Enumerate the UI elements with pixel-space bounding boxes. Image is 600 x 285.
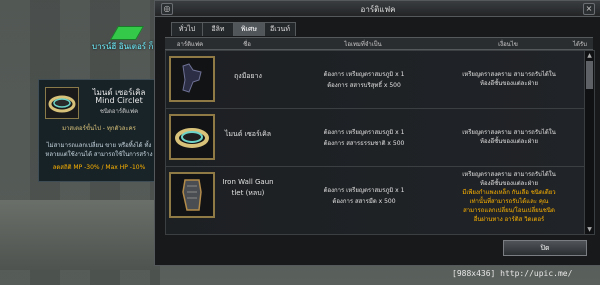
scroll-thumb[interactable] bbox=[586, 61, 593, 89]
col-name: ชื่อ bbox=[243, 41, 251, 48]
artifact-list: ถุงมือยาง ต้องการ เหรียญตราสมรภูมิ x 1 ต… bbox=[165, 50, 595, 235]
artifact-window: อาร์ติแฟค ◎ × ทั่วไป อีลิท พิเศษ อีเวนท์… bbox=[154, 0, 600, 266]
floor bbox=[0, 200, 160, 270]
tooltip-item-name-en: Mind Circlet bbox=[95, 96, 143, 105]
row-condition: เหรียญตราสงคราม สามารถรับได้ใน ห้องอีชั้… bbox=[462, 171, 556, 187]
tooltip-requirement: มาสเตอร์ขั้นไป - ทุกตัวละคร bbox=[62, 125, 136, 132]
col-condition: เงื่อนไข bbox=[498, 41, 518, 48]
circlet-icon bbox=[169, 114, 215, 160]
row-name: ไมนด์ เซอร์เคิล bbox=[224, 130, 272, 138]
close-button[interactable]: ปิด bbox=[503, 240, 587, 256]
watermark: [988x436] http://upic.me/ bbox=[452, 269, 573, 278]
window-menu-icon[interactable]: ◎ bbox=[161, 3, 173, 15]
col-obtain: ได้รับ bbox=[573, 41, 587, 48]
circlet-icon bbox=[45, 87, 79, 119]
close-icon[interactable]: × bbox=[583, 3, 595, 15]
chevron-up-icon[interactable]: ▲ bbox=[585, 51, 594, 60]
tab-elite[interactable]: อีลิท bbox=[202, 22, 234, 36]
item-tooltip: ไมนด์ เซอร์เคิล Mind Circlet ชนิดอาร์ติแ… bbox=[38, 79, 158, 182]
col-required: ไอเทมที่จำเป็น bbox=[344, 41, 382, 48]
tooltip-stats: ลดสถิติ MP -30% / Max HP -10% bbox=[52, 164, 146, 171]
row-name: Iron Wall Gaun tlet (หลบ) bbox=[222, 178, 274, 197]
row-requires: ต้องการ เหรียญตราสมรภูมิ x 1 ต้องการ สสา… bbox=[323, 71, 405, 89]
row-condition: เหรียญตราสงคราม สามารถรับได้ใน ห้องอีชั้… bbox=[462, 129, 556, 145]
row-name: ถุงมือยาง bbox=[234, 72, 262, 80]
tooltip-item-type: ชนิดอาร์ติแฟค bbox=[99, 108, 139, 115]
table-row[interactable]: ไมนด์ เซอร์เคิล ต้องการ เหรียญตราสมรภูมิ… bbox=[166, 109, 584, 167]
table-header: อาร์ติแฟค ชื่อ ไอเทมที่จำเป็น เงื่อนไข ไ… bbox=[165, 37, 593, 50]
gauntlet-icon bbox=[169, 172, 215, 218]
chevron-down-icon[interactable]: ▼ bbox=[585, 225, 594, 234]
titlebar[interactable]: อาร์ติแฟค ◎ × bbox=[155, 1, 600, 17]
row-requires: ต้องการ เหรียญตราสมรภูมิ x 1 ต้องการ สสา… bbox=[323, 187, 405, 205]
tab-event[interactable]: อีเวนท์ bbox=[264, 22, 296, 36]
npc-name[interactable]: บารน์ฮี อินเตอร์ ก็ล bbox=[92, 40, 158, 53]
row-requires: ต้องการ เหรียญตราสมรภูมิ x 1 ต้องการ สสา… bbox=[323, 129, 405, 147]
table-row[interactable]: Iron Wall Gaun tlet (หลบ) ต้องการ เหรียญ… bbox=[166, 167, 584, 234]
col-artifact: อาร์ติแฟค bbox=[176, 41, 204, 48]
row-condition: เหรียญตราสงคราม สามารถรับได้ใน ห้องอีชั้… bbox=[462, 71, 556, 87]
tab-special[interactable]: พิเศษ bbox=[233, 22, 265, 36]
glove-icon bbox=[169, 56, 215, 102]
tab-general[interactable]: ทั่วไป bbox=[171, 22, 203, 36]
window-title: อาร์ติแฟค bbox=[360, 5, 396, 14]
row-condition-note: มีเพียงกำแพงเหล็ก กันเลือ ชนิดเดียว เท่า… bbox=[462, 189, 556, 223]
tooltip-note: ไม่สามารถแลกเปลี่ยน ขาย หรือทิ้งได้ ทั้ง… bbox=[45, 142, 153, 158]
table-row[interactable]: ถุงมือยาง ต้องการ เหรียญตราสมรภูมิ x 1 ต… bbox=[166, 51, 584, 109]
scrollbar[interactable]: ▲ ▼ bbox=[584, 51, 594, 234]
